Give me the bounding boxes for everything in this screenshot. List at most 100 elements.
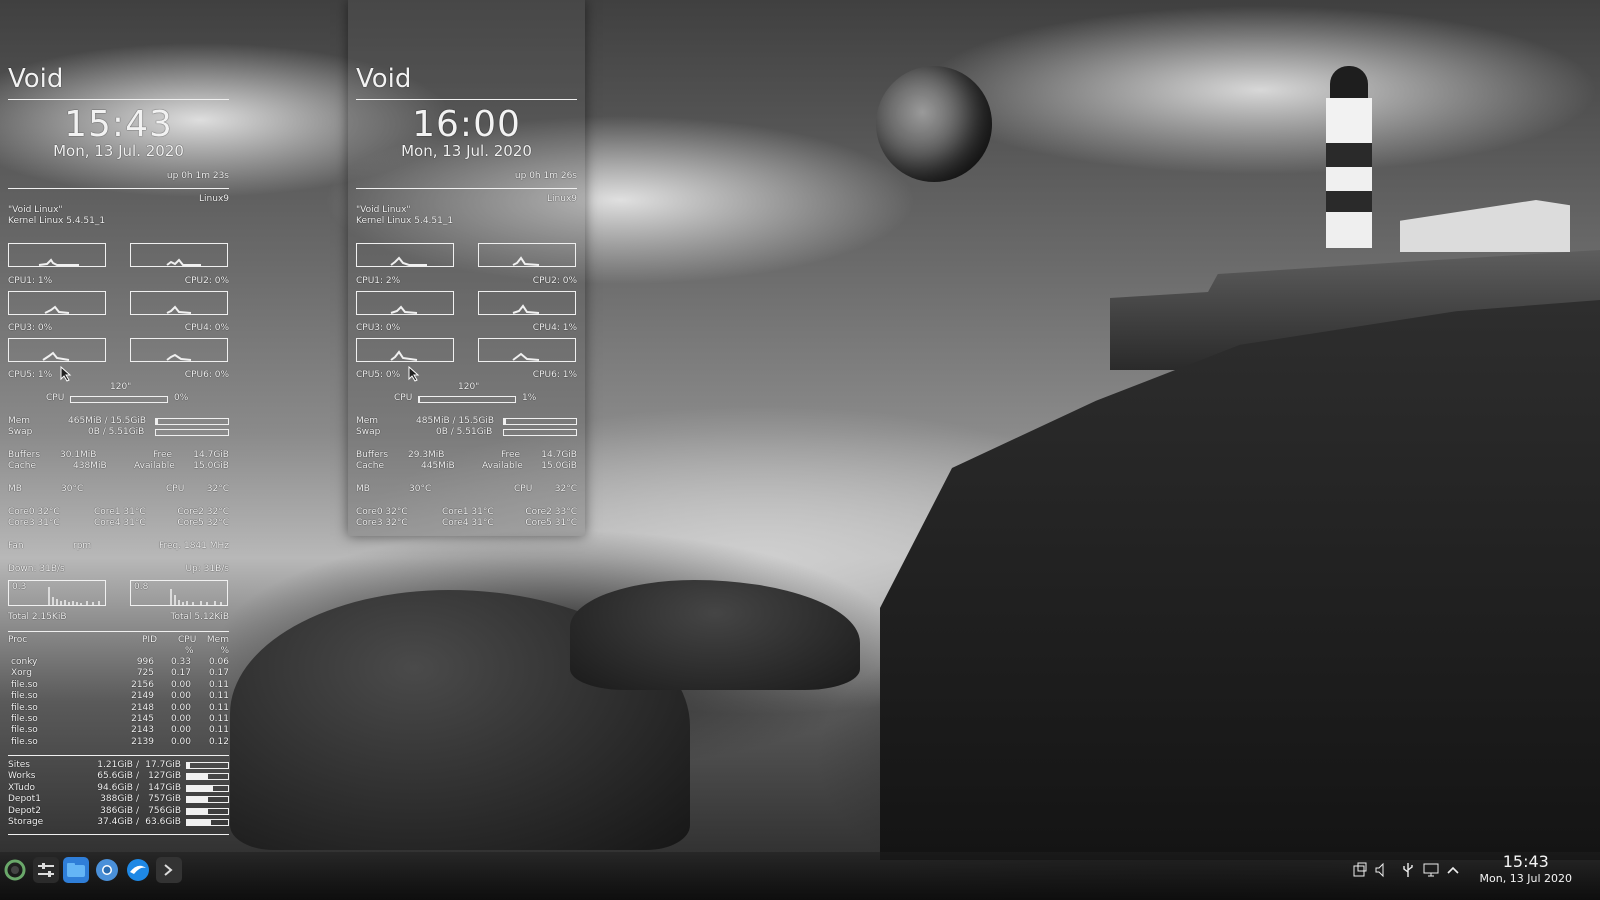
process-mem: 0.12 [208, 736, 229, 747]
disk-separator: / [136, 760, 140, 770]
void-logo-icon[interactable] [2, 857, 28, 883]
process-name: file.so [11, 702, 38, 713]
cpu-total-value: 1% [522, 393, 537, 403]
browser-icon[interactable] [125, 857, 151, 883]
process-name: file.so [11, 679, 38, 690]
process-row: file.so 2139 0.00 0.12 [8, 737, 229, 748]
proc-unit-cpu: % [185, 646, 194, 656]
lighthouse-lantern [1330, 66, 1368, 102]
net-total-up: Total 5.12KiB [170, 612, 230, 622]
disk-total: 17.7GiB [145, 760, 181, 770]
taskbar-clock[interactable]: 15:43 Mon, 13 Jul 2020 [1480, 852, 1572, 885]
window-icon[interactable] [1352, 862, 1368, 878]
buffers-value: 29.3MiB [408, 450, 445, 460]
process-mem: 0.17 [208, 668, 229, 679]
rocky-hill [880, 300, 1600, 860]
process-row: file.so 2156 0.00 0.11 [8, 680, 229, 691]
process-name: conky [11, 657, 38, 667]
cpu-frequency: Freq. 1841 MHz [158, 541, 229, 551]
process-cpu: 0.00 [170, 714, 191, 724]
fan-rpm: rpm [73, 541, 92, 551]
process-row: conky 996 0.33 0.06 [8, 657, 229, 668]
process-cpu: 0.00 [170, 736, 191, 747]
disk-used: 37.4GiB [97, 817, 133, 827]
process-name: Xorg [11, 668, 32, 679]
volume-icon[interactable] [1374, 862, 1390, 878]
conky-widget-right: Void 16:00 Mon, 13 Jul. 2020 up 0h 1m 26… [348, 0, 588, 536]
process-pid: 2143 [131, 725, 154, 736]
mem-label: Mem [356, 416, 379, 426]
conky-title: Void [356, 64, 412, 94]
disk-total: 756GiB [148, 805, 181, 816]
conky-date: Mon, 13 Jul. 2020 [401, 142, 532, 160]
disk-name: Storage [8, 817, 44, 827]
available-value: 15.0GiB [541, 461, 577, 471]
cpu2-label: CPU2: 0% [532, 276, 577, 286]
disk-usage-bar [186, 773, 229, 781]
mb-temp-label: MB [356, 484, 370, 494]
disk-separator: / [136, 817, 140, 827]
process-mem: 0.11 [208, 714, 229, 724]
disk-total: 127GiB [148, 771, 181, 782]
cpu5-graph [356, 338, 454, 362]
kernel-version: Kernel Linux 5.4.51_1 [356, 216, 454, 226]
process-mem: 0.11 [208, 725, 229, 736]
cpu-total-bar [418, 396, 516, 403]
disk-used: 65.6GiB [97, 771, 133, 782]
process-cpu: 0.17 [170, 668, 191, 679]
fan-label: Fan [8, 541, 24, 551]
cpu6-graph [478, 338, 576, 362]
disk-usage-bar [186, 762, 229, 769]
process-cpu: 0.00 [170, 702, 191, 713]
mem-bar [503, 418, 577, 425]
disk-name: XTudo [8, 782, 36, 793]
chevron-up-icon[interactable] [1445, 862, 1461, 878]
disk-usage-bar [186, 784, 229, 792]
disk-name: Depot2 [8, 805, 41, 816]
cpu-temp-top: 120" [458, 382, 480, 392]
disk-separator: / [136, 771, 140, 782]
settings-icon[interactable] [33, 857, 59, 883]
file-manager-icon[interactable] [63, 857, 89, 883]
core-temp: Core1 31°C [442, 507, 494, 517]
disk-usage-bar [186, 807, 229, 815]
process-name: file.so [11, 714, 38, 724]
chromium-icon[interactable] [94, 857, 120, 883]
cpu1-graph [356, 243, 454, 267]
usb-icon[interactable] [1400, 862, 1416, 878]
divider [8, 755, 229, 756]
net-down-graph: 0.3 [8, 580, 106, 606]
display-icon[interactable] [1423, 862, 1439, 878]
proc-header-mem: Mem [206, 635, 229, 645]
mouse-cursor-icon [60, 366, 72, 382]
disk-total: 757GiB [148, 794, 181, 805]
process-row: file.so 2149 0.00 0.11 [8, 691, 229, 702]
uptime: up 0h 1m 26s [514, 171, 577, 181]
available-label: Available [482, 461, 523, 471]
buffers-label: Buffers [356, 450, 389, 460]
process-name: file.so [11, 725, 38, 736]
cpu5-label: CPU5: 0% [356, 370, 401, 380]
process-pid: 2156 [131, 679, 154, 690]
divider [356, 99, 577, 100]
net-up-graph: 0.8 [130, 580, 228, 606]
cpu-temp-label: CPU [514, 484, 533, 494]
swap-bar [503, 429, 577, 436]
process-cpu: 0.00 [170, 679, 191, 690]
process-pid: 2145 [131, 714, 154, 724]
cpu3-label: CPU3: 0% [356, 323, 401, 333]
disk-total: 147GiB [148, 782, 181, 793]
free-value: 14.7GiB [541, 450, 577, 460]
swap-label: Swap [356, 427, 381, 437]
cpu-temp-value: 32°C [554, 484, 577, 494]
disk-total: 63.6GiB [145, 817, 181, 827]
process-mem: 0.11 [208, 702, 229, 713]
terminal-icon[interactable] [156, 857, 182, 883]
disk-usage-bar [186, 819, 229, 826]
building-image [1400, 200, 1570, 252]
divider [356, 188, 577, 189]
process-pid: 2148 [131, 702, 154, 713]
cache-label: Cache [356, 461, 384, 471]
rock-image [570, 580, 860, 690]
disk-name: Sites [8, 760, 30, 770]
